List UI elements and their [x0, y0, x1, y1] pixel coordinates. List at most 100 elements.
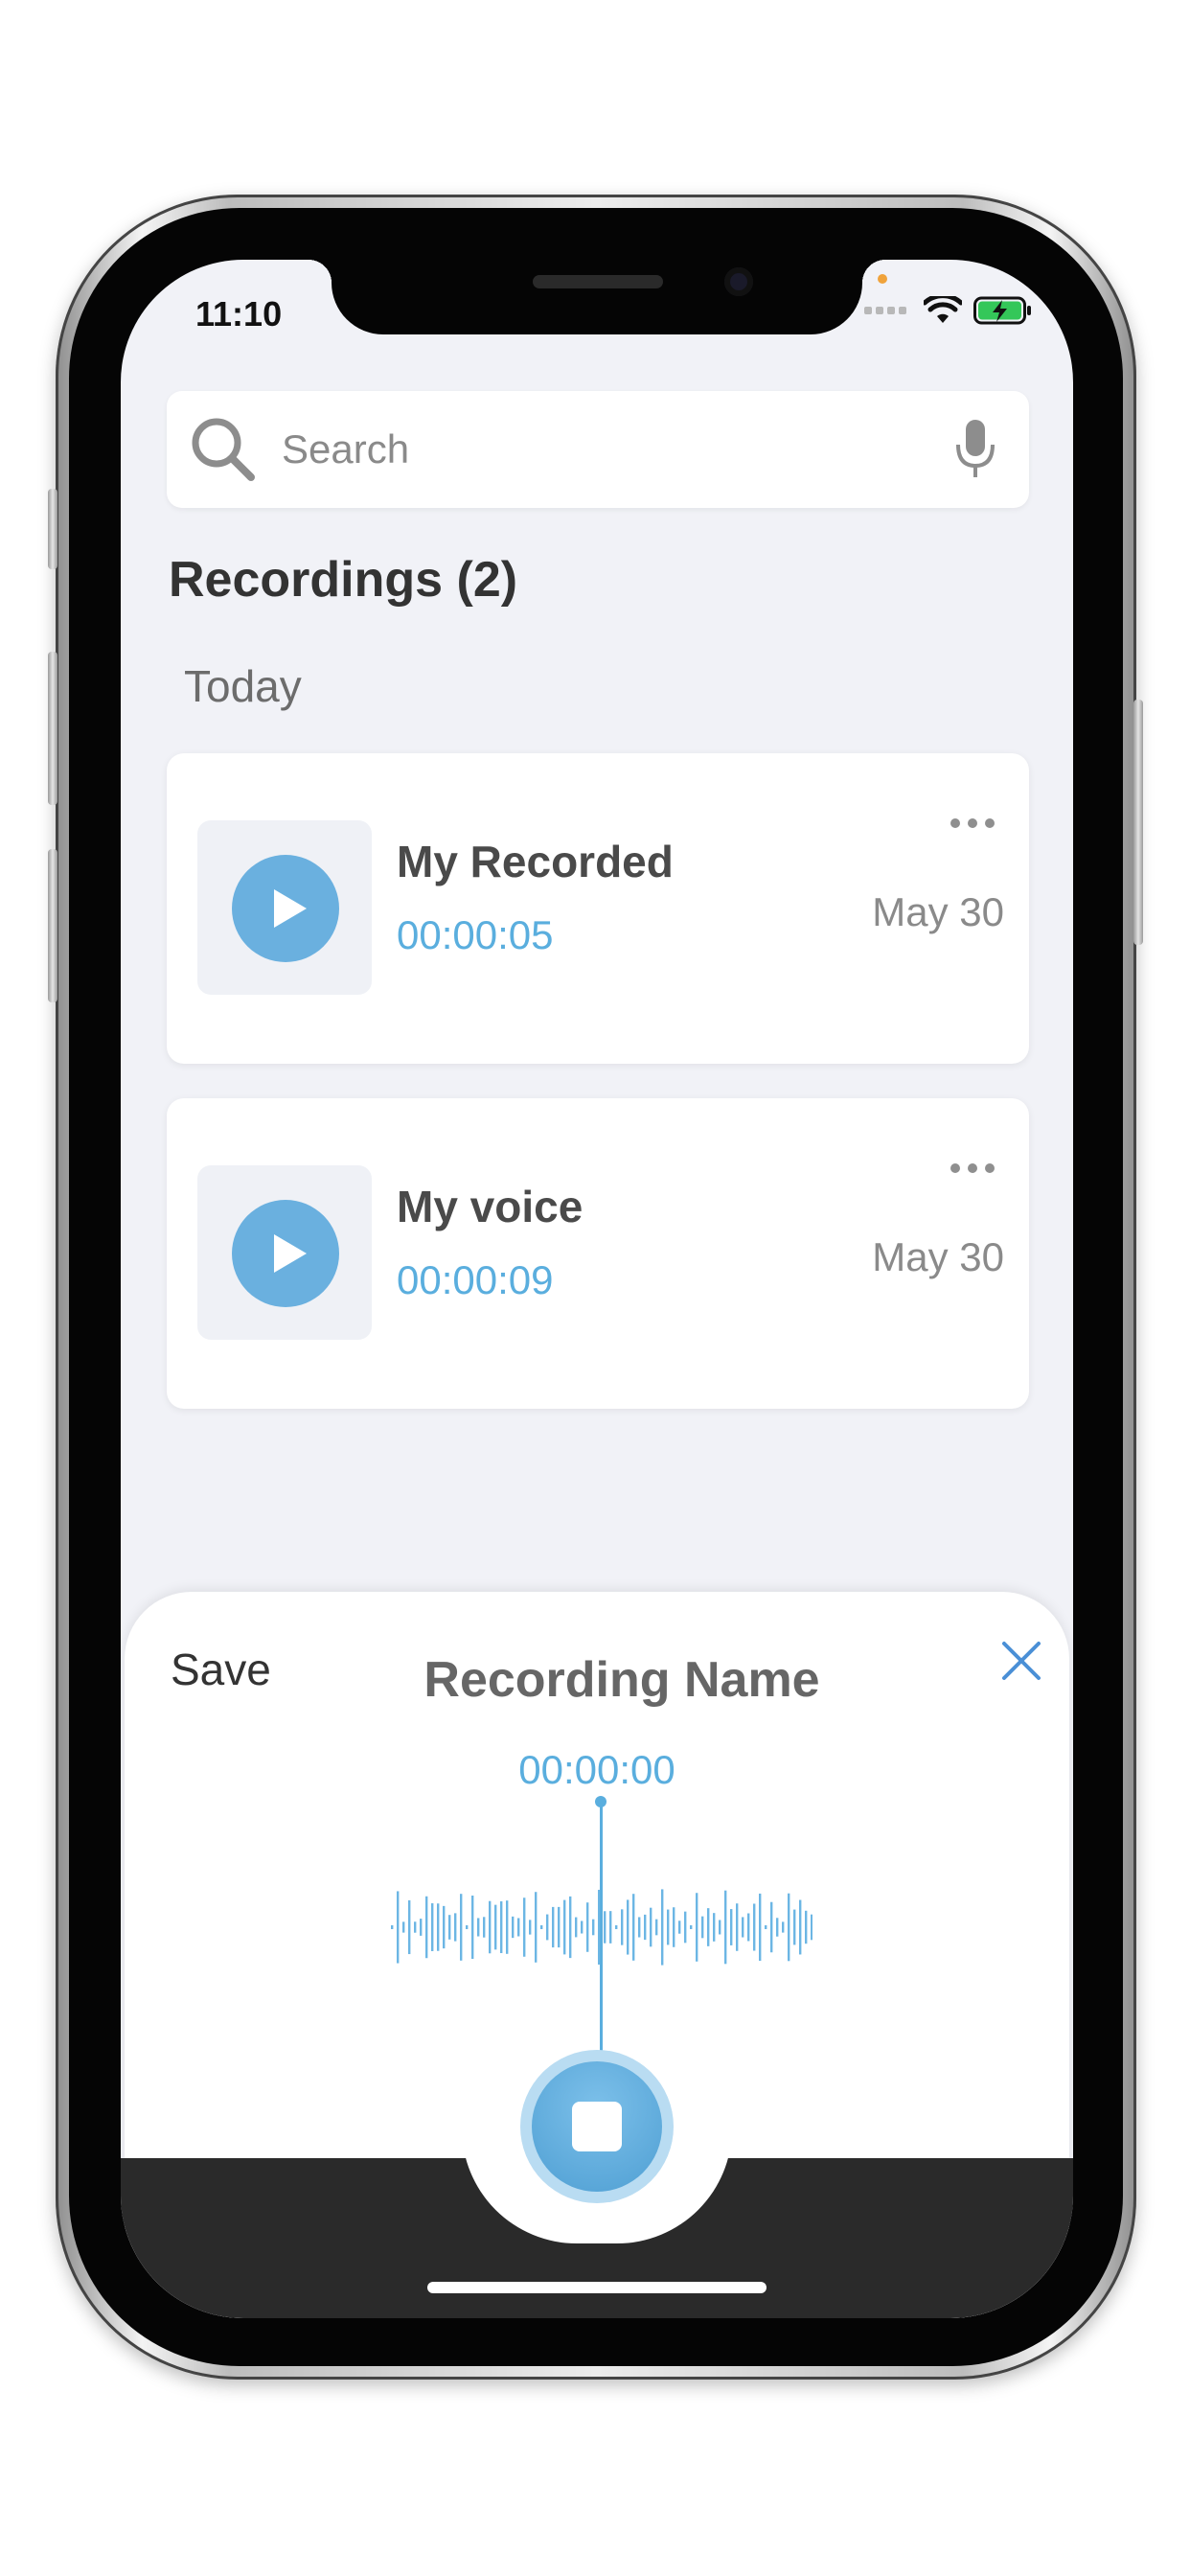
- status-icons: [864, 296, 1033, 325]
- waveform-bar: [552, 1906, 555, 1948]
- waveform-bar: [765, 1925, 767, 1929]
- waveform-bar: [793, 1909, 796, 1945]
- waveform-bar: [569, 1896, 572, 1959]
- camera-indicator-dot: [878, 274, 887, 284]
- waveform-bar: [592, 1919, 595, 1936]
- wifi-icon: [924, 296, 962, 323]
- waveform-bar: [644, 1914, 647, 1941]
- group-label-today: Today: [184, 661, 302, 711]
- waveform-bar: [799, 1899, 802, 1955]
- waveform-bar: [448, 1915, 451, 1940]
- waveform-bar: [540, 1925, 543, 1929]
- waveform-bar: [609, 1911, 612, 1944]
- recording-date: May 30: [872, 1234, 1004, 1279]
- waveform-bar: [402, 1921, 405, 1933]
- mute-switch: [48, 489, 57, 569]
- microphone-icon[interactable]: [954, 418, 996, 481]
- recording-card[interactable]: My voice 00:00:09 May 30: [167, 1098, 1029, 1409]
- waveform-bar: [512, 1916, 515, 1939]
- waveform-bar: [506, 1900, 509, 1954]
- waveform-bar: [678, 1920, 681, 1934]
- search-input[interactable]: [282, 426, 895, 473]
- waveform-bar: [420, 1919, 423, 1936]
- waveform-bar: [523, 1898, 526, 1957]
- waveform-bar: [431, 1903, 434, 1951]
- more-icon[interactable]: [950, 818, 995, 828]
- waveform-bar: [638, 1917, 641, 1938]
- recording-thumbnail: [197, 1165, 372, 1340]
- waveform-bar: [500, 1900, 503, 1954]
- playhead: [600, 1802, 603, 2060]
- waveform-bar: [759, 1893, 762, 1962]
- waveform-bar: [443, 1905, 446, 1949]
- play-icon: [274, 1234, 307, 1273]
- search-icon: [192, 418, 255, 481]
- waveform-bar: [494, 1904, 497, 1950]
- waveform-bar: [776, 1918, 779, 1937]
- waveform-bar: [661, 1889, 664, 1966]
- waveform-bar: [483, 1917, 486, 1938]
- recordings-heading: Recordings (2): [169, 552, 518, 608]
- stop-button[interactable]: [532, 2061, 662, 2192]
- close-icon[interactable]: [998, 1638, 1044, 1684]
- waveform-bar: [621, 1909, 624, 1945]
- waveform-bar: [546, 1914, 549, 1941]
- waveform-bar: [425, 1896, 428, 1959]
- waveform-bar: [811, 1914, 812, 1941]
- waveform-bar: [782, 1921, 785, 1933]
- recording-title: My Recorded: [397, 837, 674, 886]
- waveform-bar: [489, 1900, 492, 1954]
- waveform-bar: [535, 1892, 538, 1963]
- stop-icon: [572, 2102, 622, 2151]
- waveform-bar: [770, 1901, 773, 1953]
- volume-up-button: [48, 652, 57, 805]
- waveform-bar: [788, 1893, 790, 1962]
- power-button: [1133, 700, 1143, 945]
- search-bar[interactable]: [167, 391, 1029, 508]
- waveform-bar: [454, 1913, 457, 1942]
- waveform-bar: [414, 1921, 417, 1933]
- waveform-bar: [466, 1925, 469, 1929]
- signal-icon: [864, 307, 906, 314]
- waveform-bar: [391, 1925, 394, 1929]
- waveform-bar: [529, 1920, 532, 1935]
- waveform-bar: [684, 1911, 687, 1944]
- more-icon[interactable]: [950, 1163, 995, 1173]
- waveform-bar: [517, 1918, 520, 1937]
- waveform-bar: [650, 1907, 652, 1947]
- recording-title: My voice: [397, 1182, 584, 1231]
- play-icon: [274, 889, 307, 928]
- waveform-bar: [701, 1916, 704, 1939]
- waveform-bar: [604, 1911, 606, 1944]
- waveform-bar: [724, 1890, 727, 1965]
- waveform-bar: [747, 1913, 750, 1942]
- waveform-bar: [563, 1899, 566, 1955]
- waveform-bar: [460, 1894, 463, 1961]
- home-indicator[interactable]: [427, 2282, 767, 2293]
- volume-down-button: [48, 849, 57, 1002]
- waveform-bar: [397, 1891, 400, 1964]
- recording-timer: 00:00:00: [518, 1747, 675, 1792]
- waveform-bar: [713, 1913, 716, 1942]
- waveform-bar: [719, 1920, 721, 1935]
- recording-duration: 00:00:05: [397, 912, 554, 957]
- waveform-bar: [805, 1910, 808, 1944]
- battery-icon: [973, 296, 1031, 325]
- recording-duration: 00:00:09: [397, 1257, 554, 1302]
- notch: [309, 260, 885, 334]
- waveform-bar: [558, 1906, 561, 1948]
- waveform-bar: [673, 1907, 675, 1947]
- waveform-bar: [408, 1899, 411, 1955]
- waveform-bar: [690, 1925, 693, 1929]
- waveform-bar: [575, 1917, 578, 1938]
- recording-thumbnail: [197, 820, 372, 995]
- waveform-bar: [586, 1902, 589, 1952]
- waveform-bar: [667, 1909, 670, 1945]
- recording-card[interactable]: My Recorded 00:00:05 May 30: [167, 753, 1029, 1064]
- waveform-bar: [655, 1919, 658, 1936]
- waveform-bar: [477, 1918, 480, 1937]
- waveform-bar: [753, 1903, 756, 1951]
- play-button[interactable]: [232, 855, 339, 962]
- play-button[interactable]: [232, 1200, 339, 1307]
- recording-date: May 30: [872, 889, 1004, 934]
